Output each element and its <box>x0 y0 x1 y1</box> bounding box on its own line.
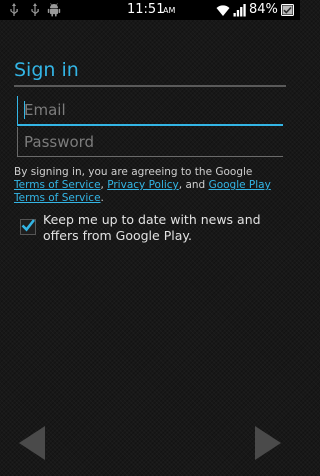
title-divider <box>14 85 286 87</box>
terms-separator-and: , and <box>178 179 209 191</box>
terms-text: By signing in, you are agreeing to the G… <box>14 166 286 205</box>
password-field[interactable] <box>17 127 283 157</box>
arrow-right-icon[interactable] <box>253 424 283 462</box>
usb-icon <box>10 3 18 16</box>
wifi-icon <box>216 5 230 16</box>
terms-suffix: . <box>100 192 104 204</box>
clock-ampm: AM <box>163 6 176 15</box>
usb-debug-icon <box>31 3 39 16</box>
battery-icon <box>281 4 294 16</box>
newsletter-checkbox[interactable] <box>20 219 36 235</box>
privacy-policy-link[interactable]: Privacy Policy <box>107 179 179 191</box>
android-icon <box>47 3 61 17</box>
clock-time: 11:51 <box>127 2 165 17</box>
terms-of-service-link[interactable]: Terms of Service <box>14 179 101 191</box>
signal-icon <box>233 4 246 17</box>
checkmark-icon <box>21 219 36 232</box>
email-field[interactable] <box>17 96 283 126</box>
newsletter-label: Keep me up to date with news and offers … <box>43 212 261 243</box>
arrow-left-icon[interactable] <box>17 424 47 462</box>
page-title: Sign in <box>14 59 79 81</box>
text-cursor <box>24 101 25 119</box>
battery-percent: 84% <box>249 2 278 17</box>
terms-prefix: By signing in, you are agreeing to the G… <box>14 166 253 178</box>
status-bar: 11:51 AM 84% <box>0 0 300 20</box>
